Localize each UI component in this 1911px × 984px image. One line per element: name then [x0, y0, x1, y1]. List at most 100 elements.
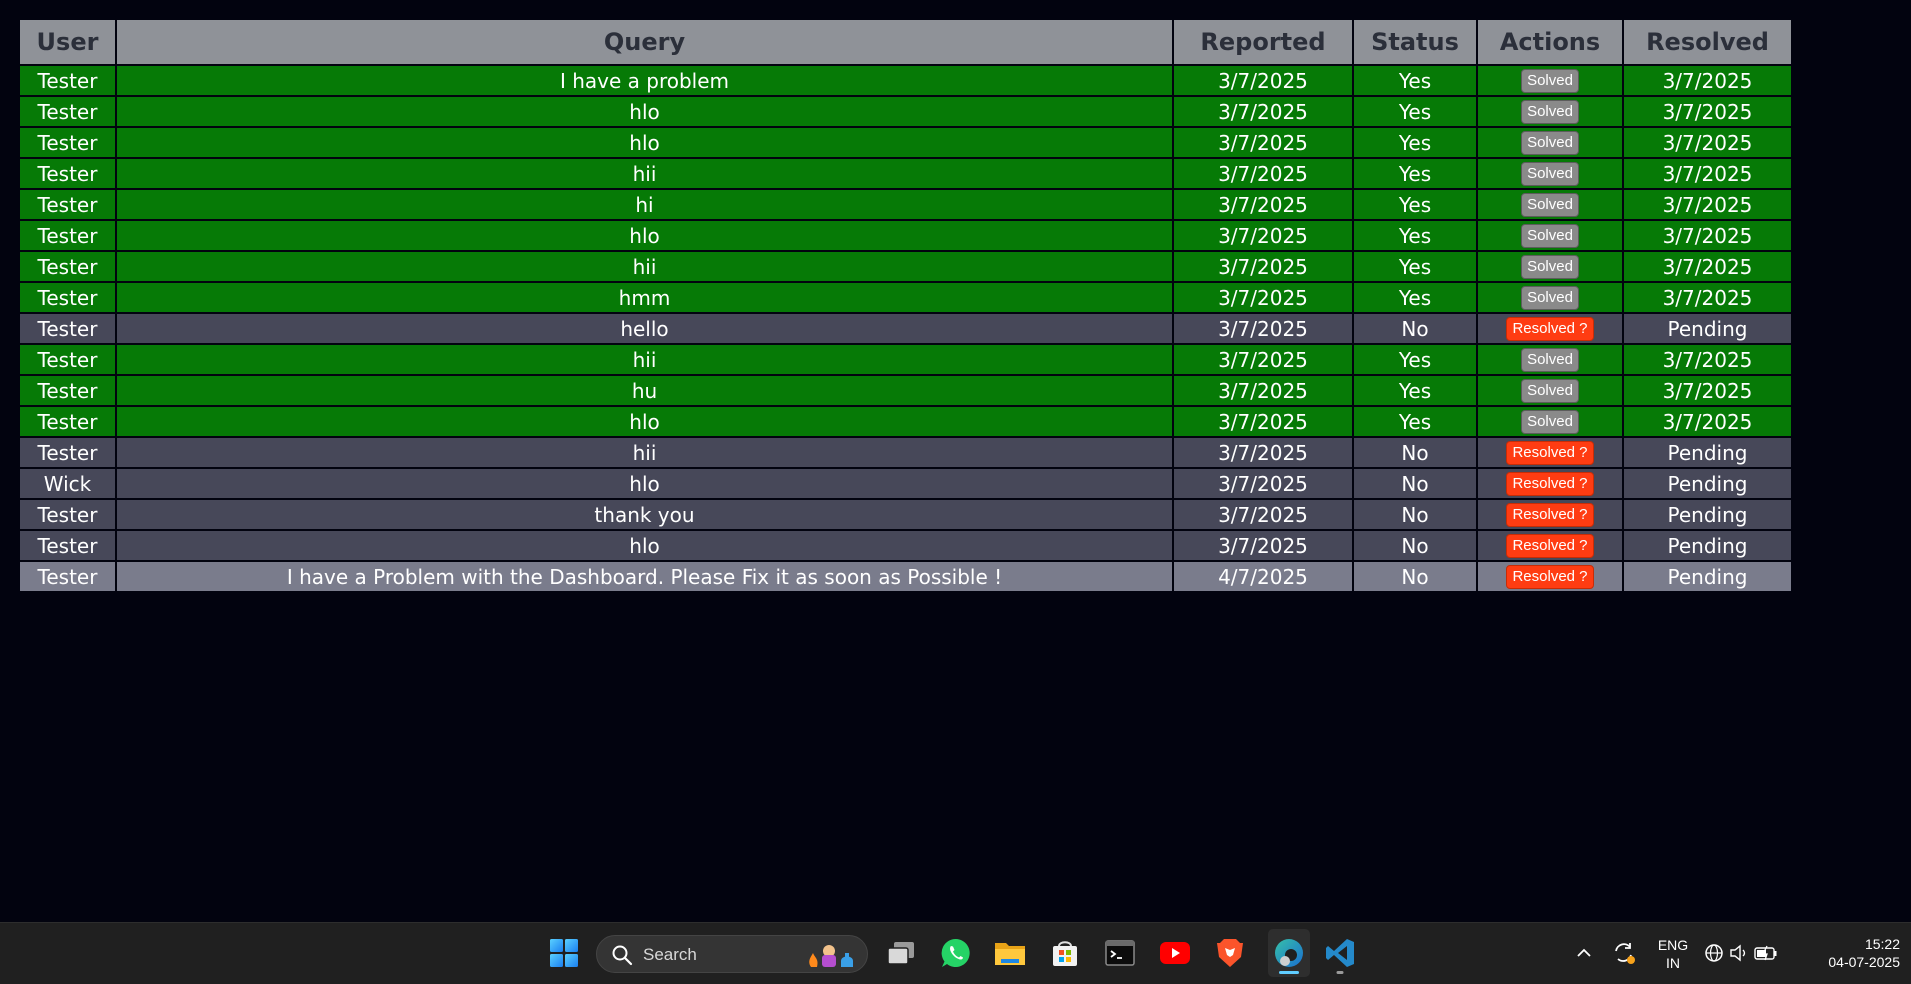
resolved-cell: 3/7/2025 [1622, 405, 1793, 438]
resolved-cell: 3/7/2025 [1622, 281, 1793, 314]
table-row: Tester hii 3/7/2025 Yes Solved 3/7/2025 [18, 157, 1793, 190]
user-cell: Tester [18, 529, 117, 562]
reported-cell: 3/7/2025 [1172, 250, 1354, 283]
language-indicator[interactable]: ENG IN [1652, 936, 1694, 972]
table-row: Tester hi 3/7/2025 Yes Solved 3/7/2025 [18, 188, 1793, 221]
table-row: Tester hu 3/7/2025 Yes Solved 3/7/2025 [18, 374, 1793, 407]
table-row: Tester hello 3/7/2025 No Resolved ? Pending [18, 312, 1793, 345]
whatsapp-icon[interactable] [939, 936, 973, 970]
reported-cell: 3/7/2025 [1172, 312, 1354, 345]
microsoft-store-icon[interactable] [1048, 936, 1082, 970]
file-explorer-icon[interactable] [993, 936, 1027, 970]
resolved-cell: Pending [1622, 467, 1793, 500]
solved-badge: Solved [1521, 69, 1579, 94]
edge-icon[interactable] [1268, 929, 1310, 977]
mark-resolved-button[interactable]: Resolved ? [1506, 441, 1594, 466]
resolved-cell: Pending [1622, 529, 1793, 562]
status-cell: Yes [1352, 64, 1478, 97]
vscode-open-indicator [1336, 971, 1344, 974]
user-cell: Tester [18, 343, 117, 376]
reported-cell: 3/7/2025 [1172, 343, 1354, 376]
status-cell: Yes [1352, 157, 1478, 190]
sync-icon[interactable] [1608, 936, 1640, 970]
terminal-icon[interactable] [1103, 936, 1137, 970]
resolved-cell: Pending [1622, 498, 1793, 531]
solved-badge: Solved [1521, 162, 1579, 187]
table-row: Tester hii 3/7/2025 Yes Solved 3/7/2025 [18, 343, 1793, 376]
language-line1: ENG [1657, 937, 1689, 953]
table-row: Tester hlo 3/7/2025 Yes Solved 3/7/2025 [18, 126, 1793, 159]
actions-cell: Resolved ? [1476, 529, 1624, 562]
mark-resolved-button[interactable]: Resolved ? [1506, 565, 1594, 590]
solved-badge: Solved [1521, 348, 1579, 373]
task-view-icon[interactable] [884, 936, 918, 970]
actions-cell: Solved [1476, 126, 1624, 159]
volume-icon[interactable] [1727, 936, 1751, 970]
mark-resolved-button[interactable]: Resolved ? [1506, 503, 1594, 528]
battery-charging-icon[interactable] [1752, 936, 1780, 970]
status-cell: No [1352, 498, 1478, 531]
reported-cell: 4/7/2025 [1172, 560, 1354, 593]
actions-cell: Solved [1476, 343, 1624, 376]
brave-icon[interactable] [1213, 936, 1247, 970]
status-cell: No [1352, 436, 1478, 469]
query-cell: hii [115, 157, 1174, 190]
mark-resolved-button[interactable]: Resolved ? [1506, 472, 1594, 497]
actions-cell: Solved [1476, 95, 1624, 128]
reported-cell: 3/7/2025 [1172, 219, 1354, 252]
status-cell: Yes [1352, 405, 1478, 438]
user-cell: Tester [18, 498, 117, 531]
status-cell: Yes [1352, 374, 1478, 407]
taskbar-search-box[interactable] [596, 935, 868, 973]
resolved-cell: 3/7/2025 [1622, 188, 1793, 221]
reported-cell: 3/7/2025 [1172, 467, 1354, 500]
user-cell: Tester [18, 436, 117, 469]
status-cell: No [1352, 312, 1478, 345]
query-cell: hii [115, 343, 1174, 376]
mark-resolved-button[interactable]: Resolved ? [1506, 534, 1594, 559]
taskbar: ENG IN 15:22 04-07-2025 [0, 922, 1911, 984]
solved-badge: Solved [1521, 193, 1579, 218]
search-input[interactable] [641, 943, 795, 967]
clock-date: 04-07-2025 [1828, 954, 1900, 970]
column-header-user: User [18, 18, 117, 66]
reported-cell: 3/7/2025 [1172, 188, 1354, 221]
table-row: Tester hlo 3/7/2025 No Resolved ? Pending [18, 529, 1793, 562]
status-cell: Yes [1352, 281, 1478, 314]
globe-network-icon[interactable] [1702, 936, 1726, 970]
chevron-up-icon[interactable] [1569, 936, 1599, 970]
query-cell: hlo [115, 405, 1174, 438]
table-row: Tester hlo 3/7/2025 Yes Solved 3/7/2025 [18, 95, 1793, 128]
youtube-icon[interactable] [1158, 936, 1192, 970]
user-cell: Tester [18, 126, 117, 159]
table-row: Tester I have a problem 3/7/2025 Yes Solved 3… [18, 64, 1793, 97]
actions-cell: Resolved ? [1476, 436, 1624, 469]
solved-badge: Solved [1521, 379, 1579, 404]
query-cell: hii [115, 436, 1174, 469]
table-row: Tester hmm 3/7/2025 Yes Solved 3/7/2025 [18, 281, 1793, 314]
reported-cell: 3/7/2025 [1172, 405, 1354, 438]
actions-cell: Solved [1476, 405, 1624, 438]
reported-cell: 3/7/2025 [1172, 436, 1354, 469]
column-header-status: Status [1352, 18, 1478, 66]
table-row: Tester thank you 3/7/2025 No Resolved ? Pendi… [18, 498, 1793, 531]
user-cell: Tester [18, 560, 117, 593]
query-cell: I have a problem [115, 64, 1174, 97]
vscode-icon[interactable] [1323, 929, 1357, 977]
solved-badge: Solved [1521, 286, 1579, 311]
column-header-actions: Actions [1476, 18, 1624, 66]
table-row: Tester I have a Problem with the Dashboar… [18, 560, 1793, 593]
table-row: Tester hii 3/7/2025 Yes Solved 3/7/2025 [18, 250, 1793, 283]
clock[interactable]: 15:22 04-07-2025 [1800, 935, 1900, 971]
resolved-cell: 3/7/2025 [1622, 219, 1793, 252]
solved-badge: Solved [1521, 255, 1579, 280]
query-cell: hlo [115, 529, 1174, 562]
status-cell: Yes [1352, 188, 1478, 221]
mark-resolved-button[interactable]: Resolved ? [1506, 317, 1594, 342]
table-row: Tester hlo 3/7/2025 Yes Solved 3/7/2025 [18, 219, 1793, 252]
user-cell: Wick [18, 467, 117, 500]
windows-start-icon[interactable] [547, 936, 581, 970]
query-cell: thank you [115, 498, 1174, 531]
solved-badge: Solved [1521, 224, 1579, 249]
table-row: Tester hlo 3/7/2025 Yes Solved 3/7/2025 [18, 405, 1793, 438]
